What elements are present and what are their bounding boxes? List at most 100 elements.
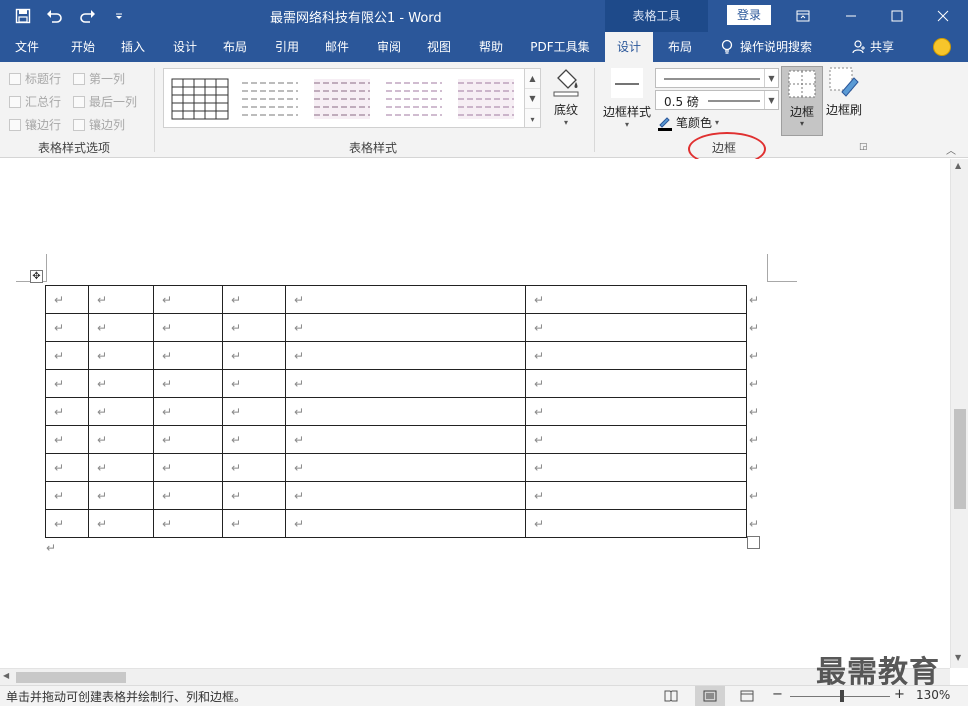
table-cell[interactable]: ↵ (285, 341, 526, 370)
table-cell[interactable]: ↵ (45, 509, 89, 538)
borders-dialog-launcher-icon[interactable]: ◲ (859, 142, 868, 152)
table-cell[interactable]: ↵ (222, 285, 286, 314)
table-cell[interactable]: ↵ (88, 285, 154, 314)
first-column-checkbox[interactable]: 第一列 (73, 70, 125, 87)
table-cell[interactable]: ↵ (285, 425, 526, 454)
table-cell[interactable]: ↵ (153, 425, 223, 454)
shading-button[interactable]: 底纹 ▾ (546, 66, 586, 127)
tab-mailings[interactable]: 邮件 (314, 32, 360, 62)
table-cell[interactable]: ↵ (88, 341, 154, 370)
borders-button[interactable]: 边框 ▾ (781, 66, 823, 136)
tab-layout[interactable]: 布局 (212, 32, 258, 62)
table-cell[interactable]: ↵ (45, 397, 89, 426)
table-cell[interactable]: ↵ (525, 341, 747, 370)
line-weight-dropdown[interactable]: 0.5 磅 ▼ (655, 90, 779, 110)
table-cell[interactable]: ↵ (45, 341, 89, 370)
table-cell[interactable]: ↵ (222, 397, 286, 426)
table-cell[interactable]: ↵ (45, 285, 89, 314)
table-cell[interactable]: ↵ (285, 369, 526, 398)
tab-references[interactable]: 引用 (264, 32, 310, 62)
tab-table-design[interactable]: 设计 (605, 32, 653, 62)
pen-color-button[interactable]: 笔颜色 ▾ (657, 114, 719, 131)
table-cell[interactable]: ↵ (285, 481, 526, 510)
tab-review[interactable]: 审阅 (366, 32, 412, 62)
feedback-smiley-icon[interactable] (933, 38, 951, 56)
table-cell[interactable]: ↵ (525, 481, 747, 510)
table-cell[interactable]: ↵ (88, 425, 154, 454)
document-table[interactable]: ↵ ↵ ↵ ↵ ↵ ↵ ↵ ↵ ↵ ↵ ↵ ↵ ↵ ↵ ↵ ↵ ↵ ↵ ↵ ↵ ↵ ↵ ↵ ↵ ↵ ↵ ↵ ↵ ↵ ↵ ↵ ↵ ↵ ↵ ↵ ↵ ↵ ↵ ↵ ↵… (45, 285, 761, 538)
save-icon[interactable] (12, 5, 34, 27)
table-cell[interactable]: ↵ (153, 313, 223, 342)
table-style-thumbnail[interactable] (240, 75, 300, 123)
close-icon[interactable] (920, 0, 966, 32)
tab-help[interactable]: 帮助 (468, 32, 514, 62)
table-cell[interactable]: ↵ (88, 509, 154, 538)
table-cell[interactable]: ↵ (153, 341, 223, 370)
total-row-checkbox[interactable]: 汇总行 (9, 93, 61, 110)
table-cell[interactable]: ↵ (285, 285, 526, 314)
table-cell[interactable]: ↵ (285, 453, 526, 482)
table-cell[interactable]: ↵ (525, 397, 747, 426)
scroll-down-icon[interactable]: ▼ (955, 653, 961, 662)
redo-icon[interactable] (76, 5, 98, 27)
header-row-checkbox[interactable]: 标题行 (9, 70, 61, 87)
gallery-more-icon[interactable]: ▾ (525, 109, 540, 129)
tab-pdf-tools[interactable]: PDF工具集 (524, 32, 596, 62)
zoom-out-button[interactable]: − (772, 687, 783, 702)
maximize-icon[interactable] (874, 0, 920, 32)
banded-columns-checkbox[interactable]: 镶边列 (73, 116, 125, 133)
table-cell[interactable]: ↵ (45, 453, 89, 482)
table-style-thumbnail[interactable] (170, 75, 230, 123)
last-column-checkbox[interactable]: 最后一列 (73, 93, 137, 110)
zoom-level[interactable]: 130% (916, 688, 950, 702)
tab-view[interactable]: 视图 (416, 32, 462, 62)
tab-table-layout[interactable]: 布局 (657, 32, 703, 62)
table-cell[interactable]: ↵ (88, 369, 154, 398)
line-style-dropdown[interactable]: ▼ (655, 68, 779, 88)
horizontal-scrollbar[interactable]: ◀ (0, 668, 950, 685)
tab-file[interactable]: 文件 (4, 32, 50, 62)
table-cell[interactable]: ↵ (88, 481, 154, 510)
table-cell[interactable]: ↵ (45, 313, 89, 342)
zoom-slider-thumb[interactable] (840, 690, 844, 702)
table-move-handle-icon[interactable]: ✥ (30, 270, 43, 283)
zoom-in-button[interactable]: + (894, 687, 905, 702)
tab-insert[interactable]: 插入 (110, 32, 156, 62)
print-layout-button[interactable] (695, 686, 725, 706)
collapse-ribbon-icon[interactable]: ︿ (946, 142, 956, 157)
table-style-thumbnail[interactable] (384, 75, 444, 123)
banded-rows-checkbox[interactable]: 镶边行 (9, 116, 61, 133)
table-style-thumbnail[interactable] (456, 75, 516, 123)
border-styles-button[interactable]: 边框样式 ▾ (601, 66, 653, 129)
table-cell[interactable]: ↵ (153, 285, 223, 314)
scroll-up-icon[interactable]: ▲ (955, 161, 961, 170)
tab-design[interactable]: 设计 (162, 32, 208, 62)
table-cell[interactable]: ↵ (45, 481, 89, 510)
horizontal-scroll-thumb[interactable] (16, 672, 126, 683)
table-cell[interactable]: ↵ (88, 453, 154, 482)
table-cell[interactable]: ↵ (222, 509, 286, 538)
table-cell[interactable]: ↵ (153, 481, 223, 510)
table-cell[interactable]: ↵ (222, 481, 286, 510)
tell-me-search[interactable]: 操作说明搜索 (720, 32, 812, 62)
table-cell[interactable]: ↵ (222, 341, 286, 370)
table-cell[interactable]: ↵ (88, 397, 154, 426)
table-style-thumbnail[interactable] (312, 75, 372, 123)
table-cell[interactable]: ↵ (45, 369, 89, 398)
table-cell[interactable]: ↵ (153, 397, 223, 426)
table-cell[interactable]: ↵ (525, 453, 747, 482)
table-cell[interactable]: ↵ (45, 425, 89, 454)
table-cell[interactable]: ↵ (222, 313, 286, 342)
table-cell[interactable]: ↵ (153, 509, 223, 538)
table-cell[interactable]: ↵ (285, 313, 526, 342)
web-layout-icon[interactable] (740, 690, 754, 702)
table-cell[interactable]: ↵ (88, 313, 154, 342)
table-cell[interactable]: ↵ (525, 509, 747, 538)
customize-qat-icon[interactable] (108, 5, 130, 27)
ribbon-display-options-icon[interactable] (780, 0, 826, 32)
read-mode-icon[interactable] (664, 690, 678, 702)
table-cell[interactable]: ↵ (222, 453, 286, 482)
share-button[interactable]: 共享 (852, 32, 894, 62)
vertical-scrollbar[interactable]: ▲ ▼ (950, 159, 968, 668)
table-cell[interactable]: ↵ (153, 369, 223, 398)
